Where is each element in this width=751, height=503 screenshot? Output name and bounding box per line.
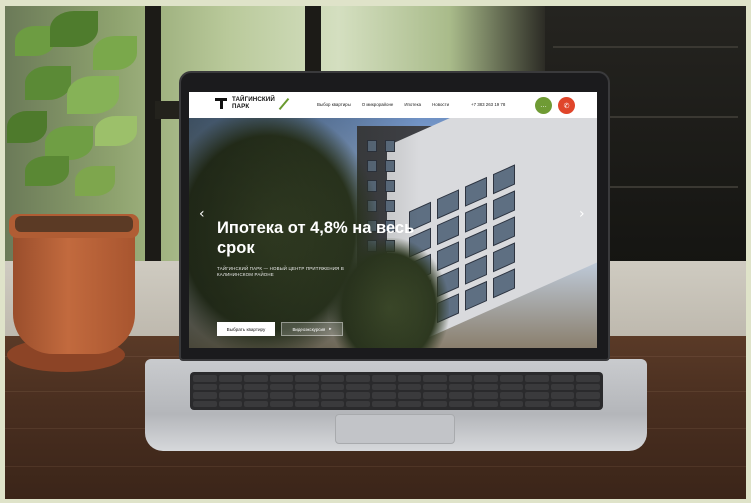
call-button[interactable]: ✆ bbox=[558, 97, 575, 114]
site-header: ТАЙГИНСКИЙ ПАРК Выбор квартиры О микрора… bbox=[189, 92, 597, 118]
nav-item-news[interactable]: Новости bbox=[432, 102, 449, 107]
nav-item-apartments[interactable]: Выбор квартиры bbox=[317, 102, 351, 107]
chat-icon: … bbox=[540, 102, 547, 109]
laptop-keyboard bbox=[190, 372, 603, 410]
hero-subtitle: ТАЙГИНСКИЙ ПАРК — НОВЫЙ ЦЕНТР ПРИТЯЖЕНИЯ… bbox=[217, 266, 344, 277]
logo-line2: ПАРК bbox=[232, 102, 250, 110]
laptop-screen: ТАЙГИНСКИЙ ПАРК Выбор квартиры О микрора… bbox=[189, 92, 597, 348]
video-tour-label: Видеоэкскурсия bbox=[292, 326, 326, 332]
laptop-photo-scene: ТАЙГИНСКИЙ ПАРК Выбор квартиры О микрора… bbox=[5, 6, 746, 499]
slider-next-arrow[interactable]: › bbox=[579, 206, 585, 222]
window-frame bbox=[145, 6, 161, 276]
nav-item-district[interactable]: О микрорайоне bbox=[362, 102, 394, 107]
choose-apartment-button[interactable]: Выбрать квартиру bbox=[217, 322, 275, 336]
hero-title: Ипотека от 4,8% на весь срок bbox=[217, 219, 415, 257]
site-logo[interactable]: ТАЙГИНСКИЙ ПАРК bbox=[215, 96, 291, 110]
shutter-slat bbox=[553, 46, 738, 48]
phone-number[interactable]: +7 383 263 19 78 bbox=[471, 102, 505, 107]
play-icon: ▸ bbox=[329, 326, 332, 331]
phone-icon: ✆ bbox=[563, 102, 570, 110]
logo-t-icon bbox=[215, 97, 228, 110]
video-tour-button[interactable]: Видеоэкскурсия ▸ bbox=[281, 322, 343, 336]
hero-banner: ‹ › Ипотека от 4,8% на весь срок ТАЙГИНС… bbox=[189, 118, 597, 348]
slider-prev-arrow[interactable]: ‹ bbox=[199, 206, 205, 222]
chat-button[interactable]: … bbox=[535, 97, 552, 114]
nav-item-mortgage[interactable]: Ипотека bbox=[404, 102, 421, 107]
laptop-trackpad bbox=[335, 414, 455, 444]
main-nav: Выбор квартиры О микрорайоне Ипотека Нов… bbox=[317, 102, 449, 107]
logo-slash-icon bbox=[278, 97, 290, 110]
